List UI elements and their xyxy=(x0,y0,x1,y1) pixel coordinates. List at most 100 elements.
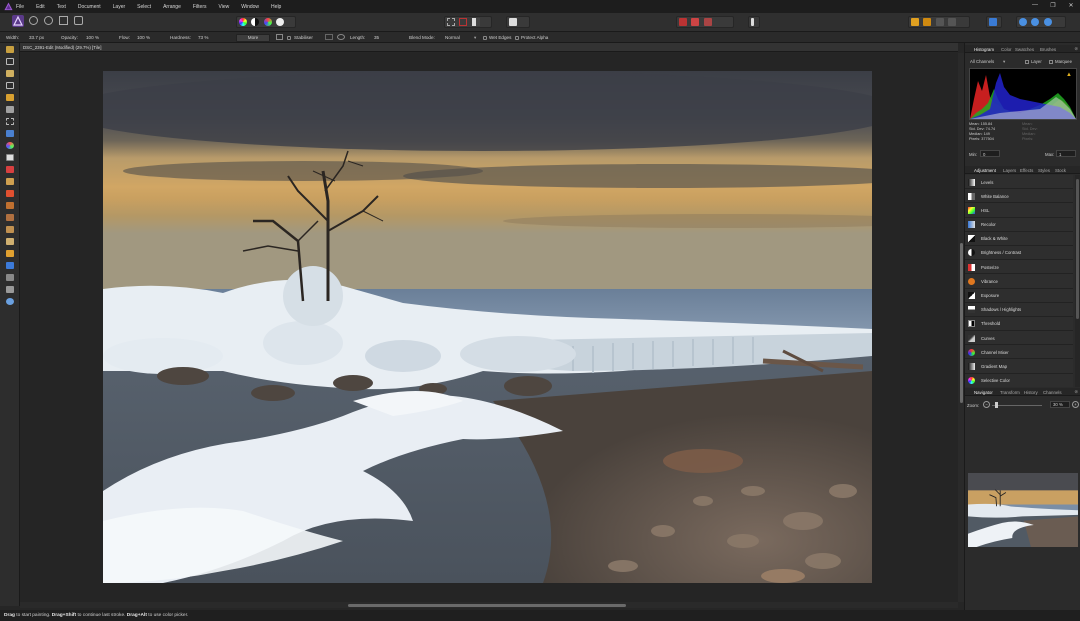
menu-view[interactable]: View xyxy=(219,4,230,10)
zoom-in-icon[interactable]: + xyxy=(1072,401,1079,408)
adjustment-scroll-thumb[interactable] xyxy=(1076,179,1079,319)
more-button[interactable]: More xyxy=(236,33,270,42)
tab-adjustment[interactable]: Adjustment xyxy=(974,168,996,173)
horizontal-scroll-thumb[interactable] xyxy=(348,603,626,607)
adjustment-scrollbar[interactable] xyxy=(1075,175,1080,387)
adjustment-hsl[interactable]: HSL xyxy=(965,203,1073,218)
quick-mask-icon[interactable] xyxy=(509,18,517,26)
deselect-icon[interactable] xyxy=(459,18,468,26)
studio-toggle-3-icon[interactable] xyxy=(1043,18,1052,26)
tab-effects[interactable]: Effects xyxy=(1020,168,1033,173)
move-tool-icon[interactable] xyxy=(6,58,14,65)
blend-mode-dropdown-icon[interactable]: ▾ xyxy=(474,35,476,41)
adjustment-recolor[interactable]: Recolor xyxy=(965,217,1073,232)
adjustment-levels[interactable]: Levels xyxy=(965,175,1073,190)
photo-persona-button[interactable] xyxy=(12,15,24,27)
adjustment-posterize[interactable]: Posterize xyxy=(965,260,1073,275)
color-picker-tool-icon[interactable] xyxy=(6,70,14,77)
snapping-icon[interactable] xyxy=(679,18,687,26)
crop-tool-icon[interactable] xyxy=(6,82,14,89)
pixel-tool-icon[interactable] xyxy=(6,166,14,173)
tab-color[interactable]: Color xyxy=(1001,47,1012,52)
text-tool-icon[interactable] xyxy=(6,286,14,293)
tab-brushes[interactable]: Brushes xyxy=(1040,47,1056,52)
zoom-field[interactable]: 30 % xyxy=(1050,401,1070,408)
healing-brush-tool-icon[interactable] xyxy=(6,226,14,233)
marquee-tool-icon[interactable] xyxy=(6,118,14,125)
tab-channels[interactable]: Channels xyxy=(1043,390,1062,395)
channels-dropdown-icon[interactable]: ▾ xyxy=(1003,59,1005,65)
pen-tool-icon[interactable] xyxy=(6,274,14,281)
flood-select-tool-icon[interactable] xyxy=(6,106,14,113)
menu-layer[interactable]: Layer xyxy=(113,4,126,10)
view-tool-icon[interactable] xyxy=(6,46,14,53)
red-eye-tool-icon[interactable] xyxy=(6,250,14,257)
export-persona-icon[interactable] xyxy=(74,16,83,25)
minimize-button[interactable]: — xyxy=(1026,2,1044,9)
arrange-back-icon[interactable] xyxy=(923,18,932,26)
flow-field[interactable]: 100 % xyxy=(137,35,150,40)
adjustment-selective-color[interactable]: Selective Color xyxy=(965,373,1073,387)
clone-tool-icon[interactable] xyxy=(6,178,14,185)
arrange-backward-icon[interactable] xyxy=(948,18,957,26)
paint-brush-tool-icon[interactable] xyxy=(6,154,14,161)
blend-mode-select[interactable]: Normal xyxy=(445,35,460,40)
affinity-photo-logo-icon[interactable] xyxy=(4,2,13,11)
max-field[interactable]: 1 xyxy=(1056,150,1076,157)
hardness-field[interactable]: 73 % xyxy=(198,35,208,40)
menu-help[interactable]: Help xyxy=(271,4,281,10)
canvas-area[interactable] xyxy=(20,53,958,602)
window-mode-icon[interactable] xyxy=(337,34,345,40)
tab-swatches[interactable]: Swatches xyxy=(1015,47,1034,52)
maximize-button[interactable]: ❐ xyxy=(1044,2,1062,9)
adjustment-white-balance[interactable]: White Balance xyxy=(965,189,1073,204)
zoom-slider-track[interactable] xyxy=(992,405,1042,406)
adjustment-exposure[interactable]: Exposure xyxy=(965,288,1073,303)
tab-navigator[interactable]: Navigator xyxy=(974,390,993,395)
invert-selection-icon[interactable] xyxy=(471,18,480,26)
selection-brush-tool-icon[interactable] xyxy=(6,94,14,101)
brush-preview-icon[interactable] xyxy=(276,34,283,40)
close-window-button[interactable]: ✕ xyxy=(1062,2,1080,9)
menu-edit[interactable]: Edit xyxy=(36,4,45,10)
tab-stock[interactable]: Stock xyxy=(1055,168,1066,173)
arrange-forward-icon[interactable] xyxy=(935,18,944,26)
menu-select[interactable]: Select xyxy=(137,4,151,10)
horizontal-scrollbar[interactable] xyxy=(20,602,958,608)
adjustment-channel-mixer[interactable]: Channel Mixer xyxy=(965,345,1073,360)
tone-mapping-persona-icon[interactable] xyxy=(59,16,68,25)
document-photo[interactable] xyxy=(103,71,872,583)
rope-mode-icon[interactable] xyxy=(325,34,333,40)
adjustment-curves[interactable]: Curves xyxy=(965,331,1073,346)
adjustment-vibrance[interactable]: Vibrance xyxy=(965,274,1073,289)
stabiliser-checkbox[interactable] xyxy=(287,35,291,40)
zoom-tool-icon[interactable] xyxy=(6,298,14,305)
tab-history[interactable]: History xyxy=(1024,390,1038,395)
menu-window[interactable]: Window xyxy=(241,4,259,10)
develop-persona-icon[interactable] xyxy=(44,16,53,25)
magnet-icon[interactable] xyxy=(691,18,700,26)
menu-arrange[interactable]: Arrange xyxy=(163,4,181,10)
protect-alpha-checkbox[interactable] xyxy=(515,35,519,40)
menu-document[interactable]: Document xyxy=(78,4,101,10)
vertical-scroll-thumb[interactable] xyxy=(959,243,963,403)
wet-edges-checkbox[interactable] xyxy=(483,35,487,40)
smudge-tool-icon[interactable] xyxy=(6,214,14,221)
zoom-out-icon[interactable]: − xyxy=(983,401,990,408)
channels-select[interactable]: All Channels xyxy=(970,59,994,64)
studio-toggle-2-icon[interactable] xyxy=(1031,18,1040,26)
dodge-tool-icon[interactable] xyxy=(6,190,14,197)
adjustment-gradient-map[interactable]: Gradient Map xyxy=(965,359,1073,374)
hsl-icon[interactable] xyxy=(263,18,272,26)
min-field[interactable]: 0 xyxy=(980,150,1000,157)
navigator-preview[interactable] xyxy=(968,473,1078,547)
zoom-slider-thumb[interactable] xyxy=(995,402,998,408)
width-field[interactable]: 33.7 px xyxy=(29,35,44,40)
adjustment-brightness-contrast[interactable]: Brightness / Contrast xyxy=(965,245,1073,261)
arrange-front-icon[interactable] xyxy=(911,18,919,26)
adjustment-shadows-highlights[interactable]: Shadows / Highlights xyxy=(965,302,1073,317)
assistant-icon[interactable] xyxy=(703,18,712,26)
contrast-icon[interactable] xyxy=(251,18,260,26)
tab-transform[interactable]: Transform xyxy=(1000,390,1020,395)
assistant-options-icon[interactable] xyxy=(751,18,754,26)
